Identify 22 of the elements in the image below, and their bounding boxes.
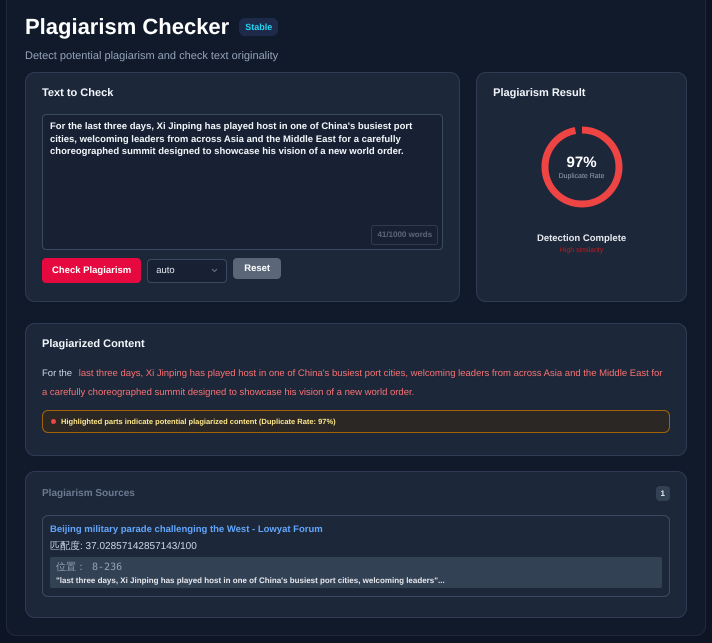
word-count: 41/1000 words <box>371 224 438 245</box>
source-count-badge: 1 <box>656 486 670 501</box>
duplicate-rate-value: 97% <box>566 154 597 171</box>
card-title: Plagiarism Sources <box>42 488 135 499</box>
position-range: 位置： 8-236 <box>56 560 124 574</box>
analyzed-text: For the last three days, Xi Jinping has played host in one of China's busiest port cities, welcoming leaders from across Asia and the Middle East for a carefully choreographed summit designed to showcase his vision of a new world order. <box>42 367 664 400</box>
page-title: Plagiarism Checker <box>25 14 230 40</box>
warning-dot-icon <box>51 419 56 424</box>
match-score: 匹配度: 37.02857142857143/100 <box>50 540 198 553</box>
reset-button[interactable]: Reset <box>233 258 282 279</box>
page-subtitle: Detect potential plagiarism and check text originality <box>25 50 280 62</box>
excerpt-text: "last three days, Xi Jinping has played host in one of China's busiest port cities, welcoming leaders"... <box>56 576 446 585</box>
language-select[interactable]: auto <box>147 258 228 282</box>
source-link[interactable]: Beijing military parade challenging the West - Lowyat Forum <box>50 524 662 535</box>
card-title: Text to Check <box>42 87 114 99</box>
chevron-down-icon <box>211 268 218 273</box>
check-plagiarism-button[interactable]: Check Plagiarism <box>42 258 142 283</box>
status-badge: Stable <box>239 18 278 36</box>
detection-status: Detection Complete <box>536 233 626 244</box>
card-title: Plagiarized Content <box>42 338 146 350</box>
text-input-field[interactable]: For the last three days, Xi Jinping has played host in one of China's busiest port cities, welcoming leaders from across Asia and the Middle East for a carefully choreographed summit designed to showcase his vision of a new world order. 41/1000 words <box>42 114 444 250</box>
card-title: Plagiarism Result <box>493 87 586 99</box>
